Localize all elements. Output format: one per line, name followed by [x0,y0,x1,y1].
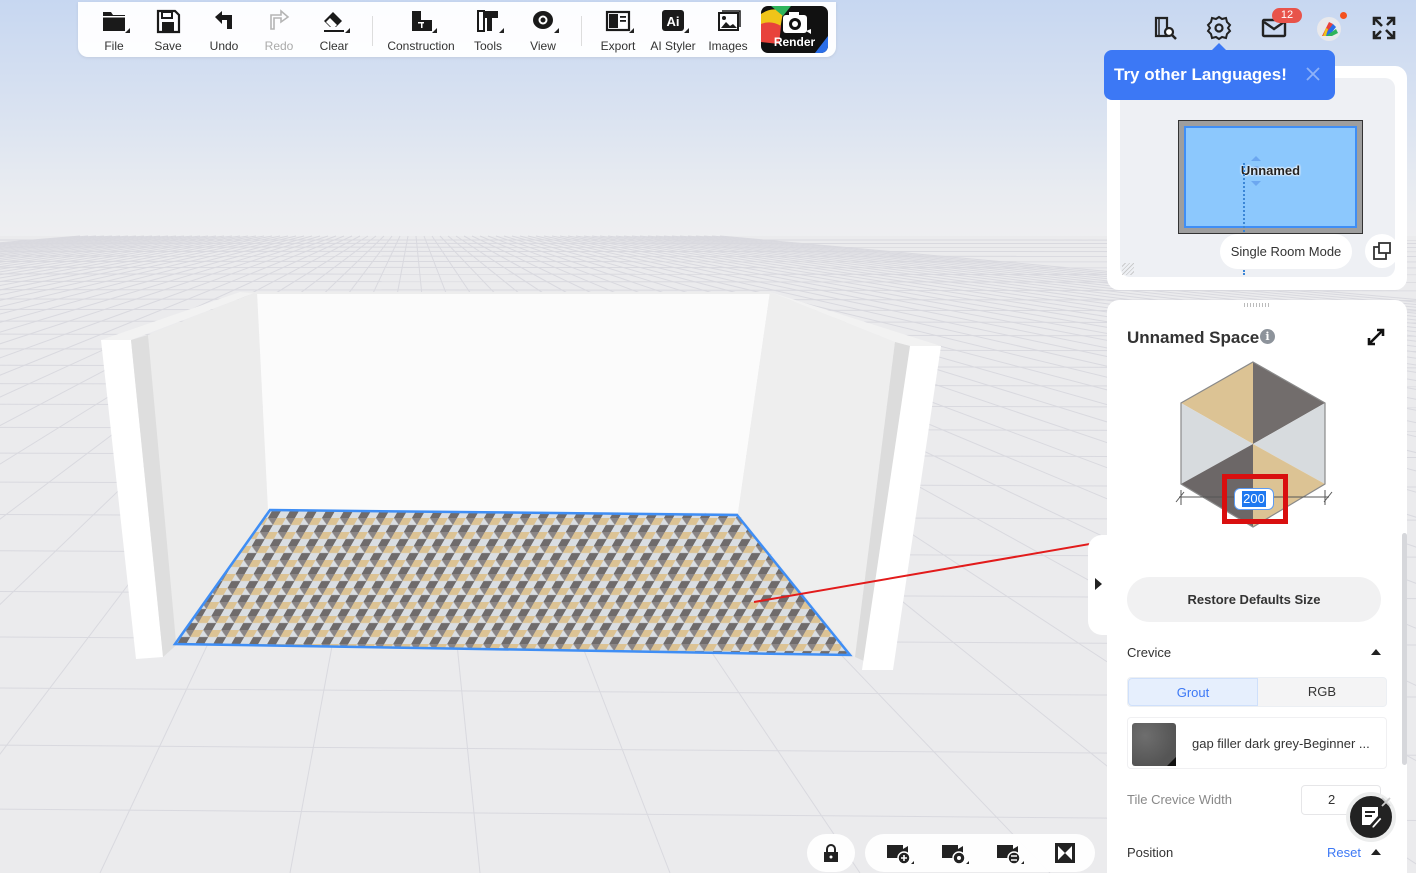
save-label: Save [154,39,182,53]
grid-line [0,235,137,251]
wall-back [257,292,770,513]
ai-styler-button[interactable]: Ai AI Styler [650,2,696,57]
grid-line [0,235,121,248]
close-icon[interactable] [1379,795,1393,809]
undo-label: Undo [209,39,239,53]
images-label: Images [708,39,748,53]
save-button[interactable]: Save [154,2,182,57]
crevice-section-label: Crevice [1127,645,1172,660]
folder-icon [100,7,130,35]
eye-icon [529,7,559,35]
bowtie-view-icon [1055,843,1075,863]
drag-handle[interactable] [1244,303,1271,307]
info-icon[interactable]: i [1260,329,1275,344]
language-tooltip: Try other Languages! [1104,50,1335,100]
switch-camera-button[interactable] [995,840,1025,866]
material-swatch [1132,723,1176,766]
grout-material-card[interactable]: gap filler dark grey-Beginner ... [1127,717,1387,769]
close-icon[interactable] [1303,64,1323,84]
tooltip-arrow [1212,43,1226,50]
render-button[interactable]: Render [761,6,828,53]
material-name: gap filler dark grey-Beginner ... [1192,736,1370,751]
tiled-floor[interactable] [172,508,853,657]
mail-badge: 12 [1272,8,1302,23]
grid-line [0,235,89,245]
bowtie-view-button[interactable] [1050,840,1080,866]
collapse-crevice-icon[interactable] [1371,649,1381,655]
camera-settings-button[interactable] [940,840,970,866]
expand-icon[interactable] [1365,326,1387,348]
panel-scrollbar[interactable] [1402,533,1407,765]
caret-right-icon [1095,578,1102,590]
popout-icon [1373,242,1391,260]
grid-line [0,235,81,244]
redo-label: Redo [264,39,294,53]
fullscreen-icon[interactable] [1370,14,1398,42]
minimap-canvas[interactable]: Unnamed Single Room Mode [1120,78,1399,277]
svg-text:Ai: Ai [667,14,680,29]
crevice-width-label: Tile Crevice Width [1127,792,1232,807]
catalog-search-icon[interactable] [1151,14,1179,42]
render-label: Render [773,35,816,49]
add-camera-icon [887,845,914,865]
ai-icon: Ai [659,7,689,35]
single-room-mode-button[interactable]: Single Room Mode [1220,234,1352,269]
images-icon [714,7,742,35]
redo-icon [265,7,293,35]
minimap-popout-button[interactable] [1365,234,1399,268]
notification-dot [1340,12,1347,19]
wall-top-back [240,292,770,294]
export-icon [604,7,634,35]
export-label: Export [600,39,636,53]
view-label: View [530,39,556,53]
lock-button[interactable] [807,834,855,872]
crevice-type-tabs: Grout RGB [1127,677,1387,707]
ai-styler-label: AI Styler [650,39,696,53]
tab-grout[interactable]: Grout [1128,678,1258,706]
tools-button[interactable]: Tools [473,2,504,57]
minimap-room[interactable]: Unnamed [1178,120,1363,234]
export-button[interactable]: Export [600,2,636,57]
language-tooltip-text: Try other Languages! [1114,65,1287,84]
camera-toolbar [865,834,1095,872]
undo-button[interactable]: Undo [209,2,239,57]
main-toolbar: File Save Undo Redo Clear Construction T… [78,2,836,57]
construction-label: Construction [387,39,455,53]
position-section-label: Position [1127,845,1174,860]
clear-label: Clear [319,39,349,53]
property-panel: Unnamed Space i 200 Restore Defaults Siz… [1107,300,1407,873]
minimap-room-name: Unnamed [1240,163,1301,178]
eraser-icon [320,7,350,35]
tools-icon [474,7,504,35]
file-button[interactable]: File [100,2,130,57]
toolbar-separator [372,16,373,46]
swatch-corner-icon [1167,757,1176,766]
avatar[interactable] [1315,14,1343,42]
switch-camera-icon [997,845,1024,865]
file-label: File [104,39,124,53]
add-camera-button[interactable] [885,840,915,866]
view-button[interactable]: View [528,2,559,57]
clear-button[interactable]: Clear [319,2,350,57]
grid-line [0,235,97,245]
construction-icon [407,7,437,35]
tab-rgb[interactable]: RGB [1258,678,1386,706]
reset-position-link[interactable]: Reset [1327,845,1361,860]
save-icon [154,7,182,35]
collapse-position-icon[interactable] [1371,849,1381,855]
images-button[interactable]: Images [708,2,748,57]
toolbar-separator [581,16,582,46]
settings-icon[interactable] [1205,14,1233,42]
construction-button[interactable]: Construction [386,2,456,57]
redo-button[interactable]: Redo [264,2,294,57]
space-title: Unnamed Space [1127,328,1260,347]
grid-line [0,235,113,247]
annotation-highlight-box [1222,474,1288,524]
restore-defaults-button[interactable]: Restore Defaults Size [1127,577,1381,622]
resize-handle[interactable] [1122,263,1134,275]
lock-icon [824,844,838,862]
tools-label: Tools [473,39,502,53]
camera-settings-icon [942,845,969,865]
undo-icon [210,7,238,35]
